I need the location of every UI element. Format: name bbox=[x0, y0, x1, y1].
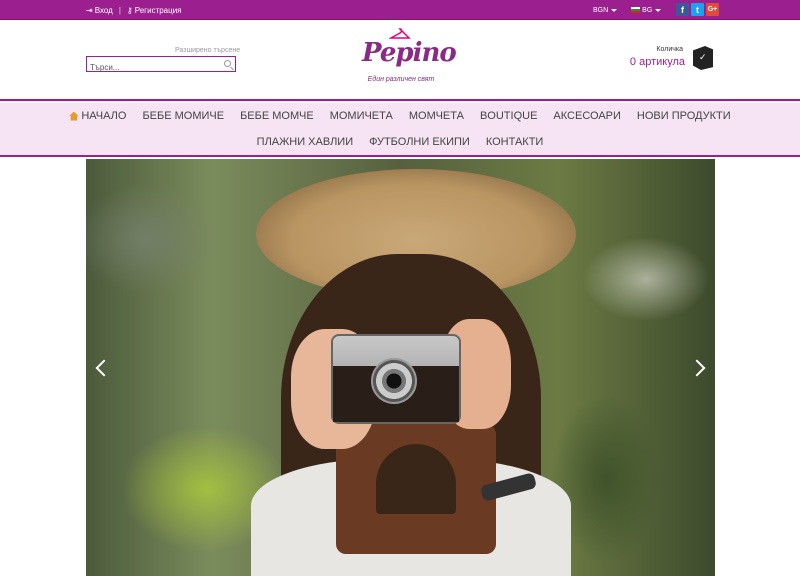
currency-label: BGN bbox=[593, 6, 609, 14]
nav-item-new-products[interactable]: НОВИ ПРОДУКТИ bbox=[637, 110, 731, 122]
camera-lens bbox=[371, 358, 417, 404]
cart-widget[interactable]: Количка 0 артикула bbox=[620, 46, 715, 72]
chevron-down-icon bbox=[611, 8, 618, 12]
advanced-search-link[interactable]: Разширено търсене bbox=[175, 47, 240, 54]
googleplus-icon[interactable]: G+ bbox=[706, 3, 719, 16]
social-links: f t G+ bbox=[676, 3, 719, 16]
nav-item-boys[interactable]: МОМЧЕТА bbox=[409, 110, 464, 122]
nav-item-boutique[interactable]: BOUTIQUE bbox=[480, 110, 537, 122]
cart-icon bbox=[693, 46, 713, 70]
account-links: ⇥ Вход | ⚷ Регистрация bbox=[86, 0, 182, 20]
register-link[interactable]: ⚷ Регистрация bbox=[127, 6, 182, 15]
nav-item-baby-boy[interactable]: БЕБЕ МОМЧЕ bbox=[240, 110, 314, 122]
currency-dropdown[interactable]: BGN bbox=[593, 6, 618, 14]
nav-item-baby-girl[interactable]: БЕБЕ МОМИЧЕ bbox=[142, 110, 224, 122]
nav-label: НАЧАЛО bbox=[81, 110, 127, 122]
logo-wordmark: Pepino bbox=[362, 38, 457, 68]
logo-tagline: Един различен свят bbox=[367, 76, 435, 83]
slide-image-camera-case bbox=[336, 424, 496, 554]
search-input[interactable] bbox=[87, 60, 217, 75]
bg-flag-icon bbox=[631, 7, 641, 13]
nav-item-contacts[interactable]: КОНТАКТИ bbox=[486, 136, 544, 148]
chevron-right-icon[interactable] bbox=[693, 356, 707, 380]
facebook-icon[interactable]: f bbox=[676, 3, 689, 16]
nav-item-girls[interactable]: МОМИЧЕТА bbox=[330, 110, 393, 122]
nav-item-football-kits[interactable]: ФУТБОЛНИ ЕКИПИ bbox=[369, 136, 470, 148]
main-nav: НАЧАЛО БЕБЕ МОМИЧЕ БЕБЕ МОМЧЕ МОМИЧЕТА М… bbox=[0, 99, 800, 157]
chevron-left-icon[interactable] bbox=[94, 356, 108, 380]
language-dropdown[interactable]: BG bbox=[631, 6, 662, 14]
search-box bbox=[86, 56, 236, 75]
slide-image-camera bbox=[331, 334, 461, 424]
cart-label: Количка bbox=[656, 46, 683, 53]
search-icon[interactable] bbox=[224, 60, 231, 67]
locale-controls: BGN BG bbox=[593, 0, 675, 20]
nav-item-accessories[interactable]: АКСЕСОАРИ bbox=[553, 110, 621, 122]
top-bar: ⇥ Вход | ⚷ Регистрация BGN BG f t G+ bbox=[0, 0, 800, 20]
separator: | bbox=[118, 5, 121, 15]
key-icon: ⚷ bbox=[126, 5, 133, 15]
nav-item-beach-towels[interactable]: ПЛАЖНИ ХАВЛИИ bbox=[257, 136, 353, 148]
twitter-icon[interactable]: t bbox=[691, 3, 704, 16]
login-link[interactable]: ⇥ Вход bbox=[86, 6, 113, 15]
nav-row: ПЛАЖНИ ХАВЛИИ ФУТБОЛНИ ЕКИПИ КОНТАКТИ bbox=[0, 136, 800, 148]
hero-slider bbox=[86, 159, 715, 576]
login-label: Вход bbox=[94, 5, 113, 15]
cart-count: 0 артикула bbox=[629, 56, 685, 68]
nav-item-home[interactable]: НАЧАЛО bbox=[69, 110, 126, 122]
site-logo[interactable]: Pepino Един различен свят bbox=[362, 28, 457, 86]
register-label: Регистрация bbox=[134, 5, 182, 15]
login-icon: ⇥ bbox=[86, 5, 93, 15]
language-label: BG bbox=[642, 6, 653, 14]
home-icon bbox=[69, 111, 79, 121]
chevron-down-icon bbox=[655, 8, 662, 12]
nav-row: НАЧАЛО БЕБЕ МОМИЧЕ БЕБЕ МОМЧЕ МОМИЧЕТА М… bbox=[0, 110, 800, 122]
